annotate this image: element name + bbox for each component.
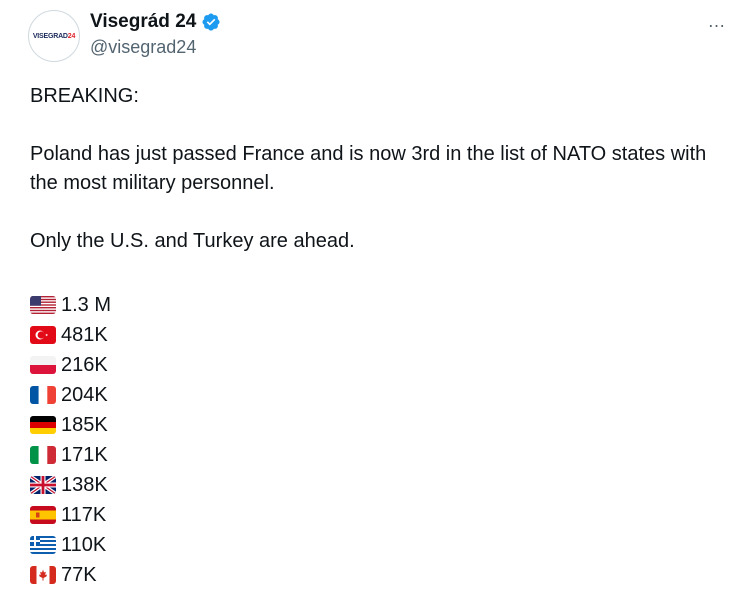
list-item: 481K xyxy=(30,320,111,350)
stat-value: 481K xyxy=(61,323,108,346)
tweet-paragraph: BREAKING: xyxy=(30,85,139,107)
list-item: 1.3 M xyxy=(30,290,111,320)
author-handle[interactable]: @visegrad24 xyxy=(90,37,196,58)
avatar-number: 24 xyxy=(67,32,76,40)
stat-value: 204K xyxy=(61,383,108,406)
personnel-list: 1.3 M 481K 216K 204K 185K 171K 138K 117K… xyxy=(30,290,111,590)
tweet-paragraph: Poland has just passed France and is now… xyxy=(30,143,707,194)
stat-value: 110K xyxy=(61,533,107,556)
stat-value: 216K xyxy=(61,353,108,376)
list-item: 204K xyxy=(30,380,111,410)
more-options-icon[interactable]: … xyxy=(704,8,730,34)
canada-flag-icon xyxy=(30,566,56,584)
stat-value: 117K xyxy=(61,503,107,526)
stat-value: 138K xyxy=(61,473,108,496)
stat-value: 77K xyxy=(61,563,97,586)
list-item: 117K xyxy=(30,500,111,530)
author-display-name[interactable]: Visegrád 24 xyxy=(90,11,196,33)
greece-flag-icon xyxy=(30,536,56,554)
list-item: 110K xyxy=(30,530,111,560)
tweet-text: BREAKING: Poland has just passed France … xyxy=(30,82,730,256)
avatar[interactable]: VISEGRAD 24 xyxy=(28,10,80,62)
list-item: 216K xyxy=(30,350,111,380)
italy-flag-icon xyxy=(30,446,56,464)
list-item: 171K xyxy=(30,440,111,470)
france-flag-icon xyxy=(30,386,56,404)
verified-badge-icon xyxy=(202,13,220,31)
spain-flag-icon xyxy=(30,506,56,524)
poland-flag-icon xyxy=(30,356,56,374)
turkey-flag-icon xyxy=(30,326,56,344)
tweet-paragraph: Only the U.S. and Turkey are ahead. xyxy=(30,230,355,252)
list-item: 77K xyxy=(30,560,111,590)
list-item: 138K xyxy=(30,470,111,500)
stat-value: 171K xyxy=(61,443,108,466)
stat-value: 185K xyxy=(61,413,108,436)
uk-flag-icon xyxy=(30,476,56,494)
us-flag-icon xyxy=(30,296,56,314)
avatar-text: VISEGRAD xyxy=(32,32,68,40)
stat-value: 1.3 M xyxy=(61,293,112,316)
list-item: 185K xyxy=(30,410,111,440)
author-name-row[interactable]: Visegrád 24 xyxy=(90,11,221,33)
germany-flag-icon xyxy=(30,416,56,434)
